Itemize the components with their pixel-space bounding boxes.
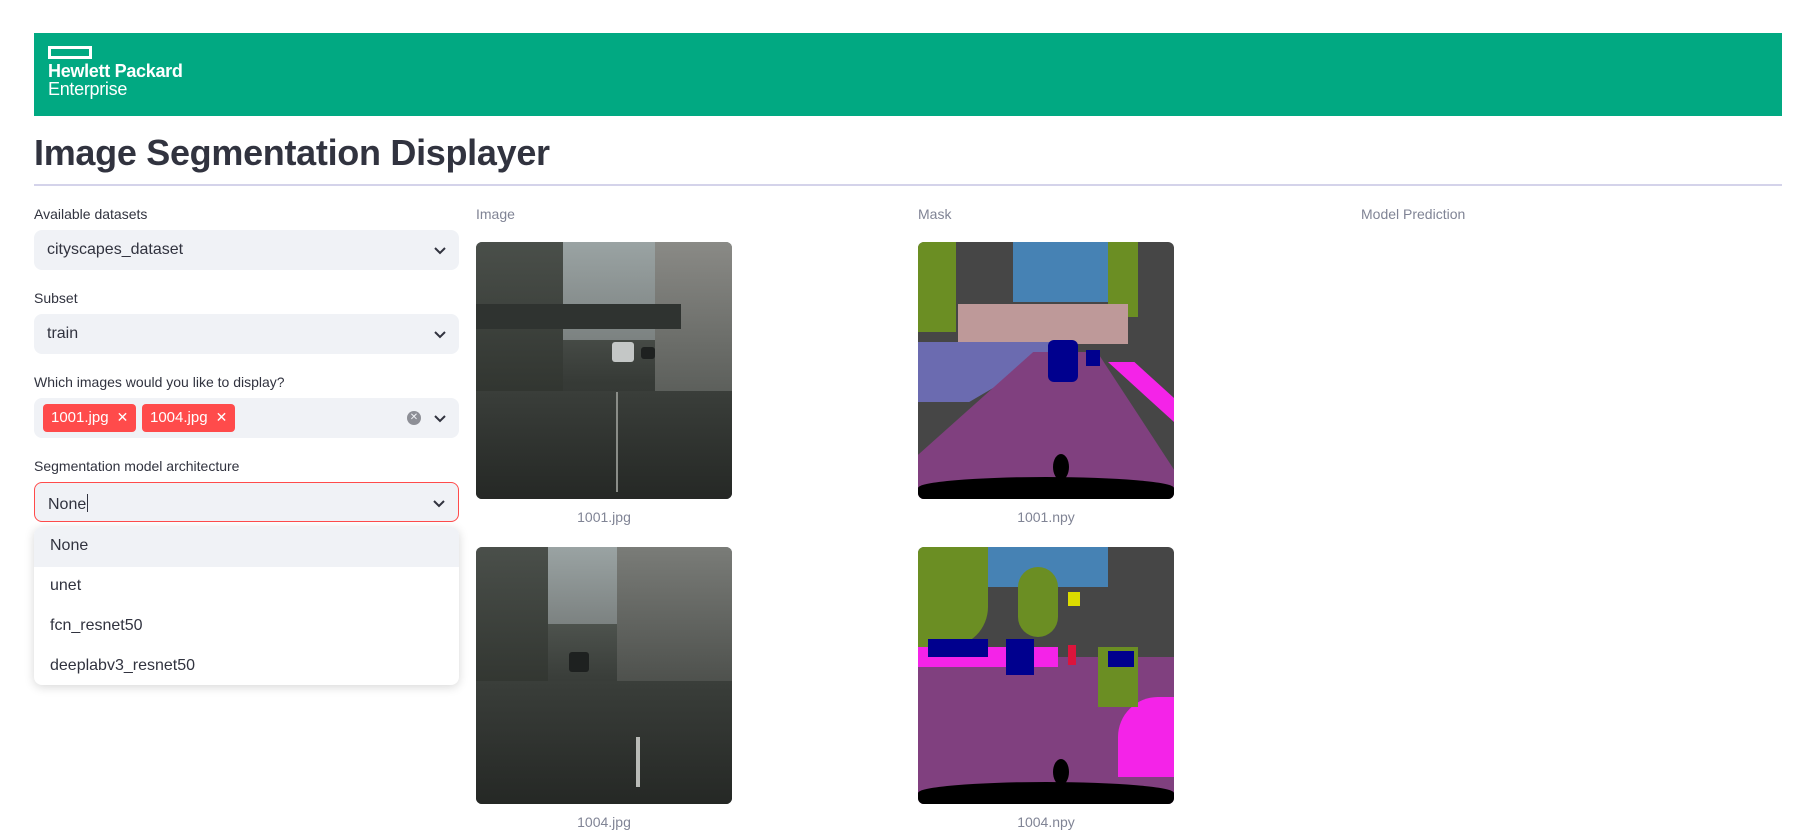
subset-select[interactable]: train [34, 314, 459, 354]
title-divider [34, 184, 1782, 186]
chevron-down-icon[interactable] [432, 496, 446, 510]
chevron-down-icon[interactable] [433, 327, 447, 341]
subset-label: Subset [34, 290, 78, 306]
image-caption: 1004.jpg [577, 814, 631, 830]
column-header-mask: Mask [918, 206, 952, 222]
images-label: Which images would you like to display? [34, 374, 285, 390]
page-title: Image Segmentation Displayer [34, 132, 550, 173]
image-caption: 1001.jpg [577, 509, 631, 525]
mask-caption: 1001.npy [1017, 509, 1075, 525]
model-label: Segmentation model architecture [34, 458, 240, 474]
dataset-label: Available datasets [34, 206, 148, 222]
mask-caption: 1004.npy [1017, 814, 1075, 830]
column-header-image: Image [476, 206, 515, 222]
street-image [476, 242, 732, 499]
close-icon[interactable]: ✕ [117, 409, 129, 425]
column-header-prediction: Model Prediction [1361, 206, 1466, 222]
segmentation-mask [918, 242, 1174, 499]
clear-all-icon[interactable]: ✕ [407, 411, 421, 425]
hpe-logo: Hewlett Packard Enterprise [48, 46, 183, 98]
model-select-value[interactable]: None [48, 494, 89, 514]
dataset-select-value: cityscapes_dataset [47, 241, 184, 258]
segmentation-mask [918, 547, 1174, 804]
model-select[interactable]: None [34, 482, 459, 522]
chevron-down-icon[interactable] [433, 243, 447, 257]
logo-text-line1: Hewlett Packard [48, 61, 183, 81]
text-caret [87, 494, 89, 512]
images-multiselect[interactable]: 1001.jpg ✕ 1004.jpg ✕ ✕ [34, 398, 459, 438]
subset-select-value: train [47, 325, 79, 342]
hpe-banner: Hewlett Packard Enterprise [34, 33, 1782, 116]
close-icon[interactable]: ✕ [216, 409, 228, 425]
chevron-down-icon[interactable] [433, 411, 447, 425]
model-dropdown-menu: None unet fcn_resnet50 deeplabv3_resnet5… [34, 527, 459, 685]
image-tag-label: 1004.jpg [150, 409, 208, 426]
dropdown-option-deeplabv3-resnet50[interactable]: deeplabv3_resnet50 [34, 647, 459, 685]
image-tag-label: 1001.jpg [51, 409, 109, 426]
image-tag[interactable]: 1004.jpg ✕ [142, 404, 236, 432]
dropdown-option-unet[interactable]: unet [34, 567, 459, 607]
model-select-text: None [48, 496, 87, 513]
image-tag[interactable]: 1001.jpg ✕ [43, 404, 137, 432]
dataset-select[interactable]: cityscapes_dataset [34, 230, 459, 270]
dropdown-option-fcn-resnet50[interactable]: fcn_resnet50 [34, 607, 459, 647]
dropdown-option-none[interactable]: None [34, 527, 459, 567]
street-image [476, 547, 732, 804]
logo-text-line2: Enterprise [48, 79, 128, 99]
hpe-logo-mark [48, 46, 92, 59]
